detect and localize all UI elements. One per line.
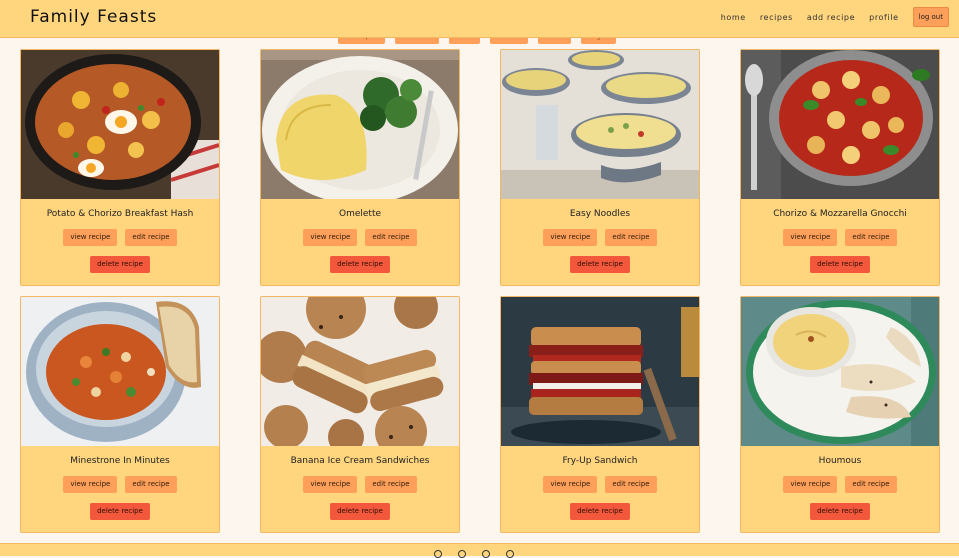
recipe-card: Fry-Up Sandwich view recipe edit recipe … [500, 296, 700, 533]
delete-recipe-button[interactable]: delete recipe [90, 503, 150, 520]
recipe-card: Easy Noodles view recipe edit recipe del… [500, 49, 700, 286]
recipe-title: Chorizo & Mozzarella Gnocchi [773, 209, 907, 219]
edit-recipe-button[interactable]: edit recipe [365, 229, 417, 246]
view-recipe-button[interactable]: view recipe [783, 229, 838, 246]
pinterest-icon[interactable] [506, 550, 514, 558]
nav-add-recipe-link[interactable]: add recipe [807, 13, 855, 22]
recipe-card: Omelette view recipe edit recipe delete … [260, 49, 460, 286]
edit-recipe-button[interactable]: edit recipe [125, 229, 177, 246]
recipe-title: Houmous [818, 456, 862, 466]
recipe-card: Minestrone In Minutes view recipe edit r… [20, 296, 220, 533]
recipe-card: Potato & Chorizo Breakfast Hash view rec… [20, 49, 220, 286]
recipe-title: Minestrone In Minutes [70, 456, 170, 466]
recipe-image [21, 297, 219, 446]
recipe-title: Omelette [338, 209, 382, 219]
recipe-title: Potato & Chorizo Breakfast Hash [46, 209, 194, 219]
delete-recipe-button[interactable]: delete recipe [570, 503, 630, 520]
edit-recipe-button[interactable]: edit recipe [605, 476, 657, 493]
brand-logo[interactable]: Family Feasts [30, 7, 157, 27]
nav-recipes-link[interactable]: recipes [760, 13, 793, 22]
edit-recipe-button[interactable]: edit recipe [845, 229, 897, 246]
recipe-image [741, 297, 939, 446]
facebook-icon[interactable] [458, 550, 466, 558]
recipe-image [741, 50, 939, 199]
recipe-image [501, 50, 699, 199]
navbar: Family Feasts home recipes add recipe pr… [0, 0, 959, 38]
edit-recipe-button[interactable]: edit recipe [125, 476, 177, 493]
view-recipe-button[interactable]: view recipe [303, 476, 358, 493]
delete-recipe-button[interactable]: delete recipe [810, 503, 870, 520]
twitter-icon[interactable] [482, 550, 490, 558]
delete-recipe-button[interactable]: delete recipe [90, 256, 150, 273]
recipe-title: Fry-Up Sandwich [562, 456, 638, 466]
logout-button[interactable]: log out [912, 7, 949, 27]
delete-recipe-button[interactable]: delete recipe [330, 503, 390, 520]
view-recipe-button[interactable]: view recipe [543, 476, 598, 493]
view-recipe-button[interactable]: view recipe [303, 229, 358, 246]
recipe-image [21, 50, 219, 199]
recipe-image [501, 297, 699, 446]
delete-recipe-button[interactable]: delete recipe [810, 256, 870, 273]
delete-recipe-button[interactable]: delete recipe [330, 256, 390, 273]
recipe-grid: Potato & Chorizo Breakfast Hash view rec… [20, 49, 940, 533]
view-recipe-button[interactable]: view recipe [543, 229, 598, 246]
edit-recipe-button[interactable]: edit recipe [845, 476, 897, 493]
edit-recipe-button[interactable]: edit recipe [365, 476, 417, 493]
delete-recipe-button[interactable]: delete recipe [570, 256, 630, 273]
edit-recipe-button[interactable]: edit recipe [605, 229, 657, 246]
nav-profile-link[interactable]: profile [869, 13, 898, 22]
recipe-card: Chorizo & Mozzarella Gnocchi view recipe… [740, 49, 940, 286]
footer [0, 543, 959, 558]
recipe-card: Houmous view recipe edit recipe delete r… [740, 296, 940, 533]
view-recipe-button[interactable]: view recipe [63, 229, 118, 246]
recipe-card: Banana Ice Cream Sandwiches view recipe … [260, 296, 460, 533]
recipe-image [261, 50, 459, 199]
view-recipe-button[interactable]: view recipe [783, 476, 838, 493]
view-recipe-button[interactable]: view recipe [63, 476, 118, 493]
nav-home-link[interactable]: home [721, 13, 746, 22]
recipe-image [261, 297, 459, 446]
social-links [434, 550, 530, 558]
recipe-title: Banana Ice Cream Sandwiches [290, 456, 430, 466]
recipe-title: Easy Noodles [569, 209, 631, 219]
instagram-icon[interactable] [434, 550, 442, 558]
nav-links: home recipes add recipe profile log out [707, 7, 949, 27]
